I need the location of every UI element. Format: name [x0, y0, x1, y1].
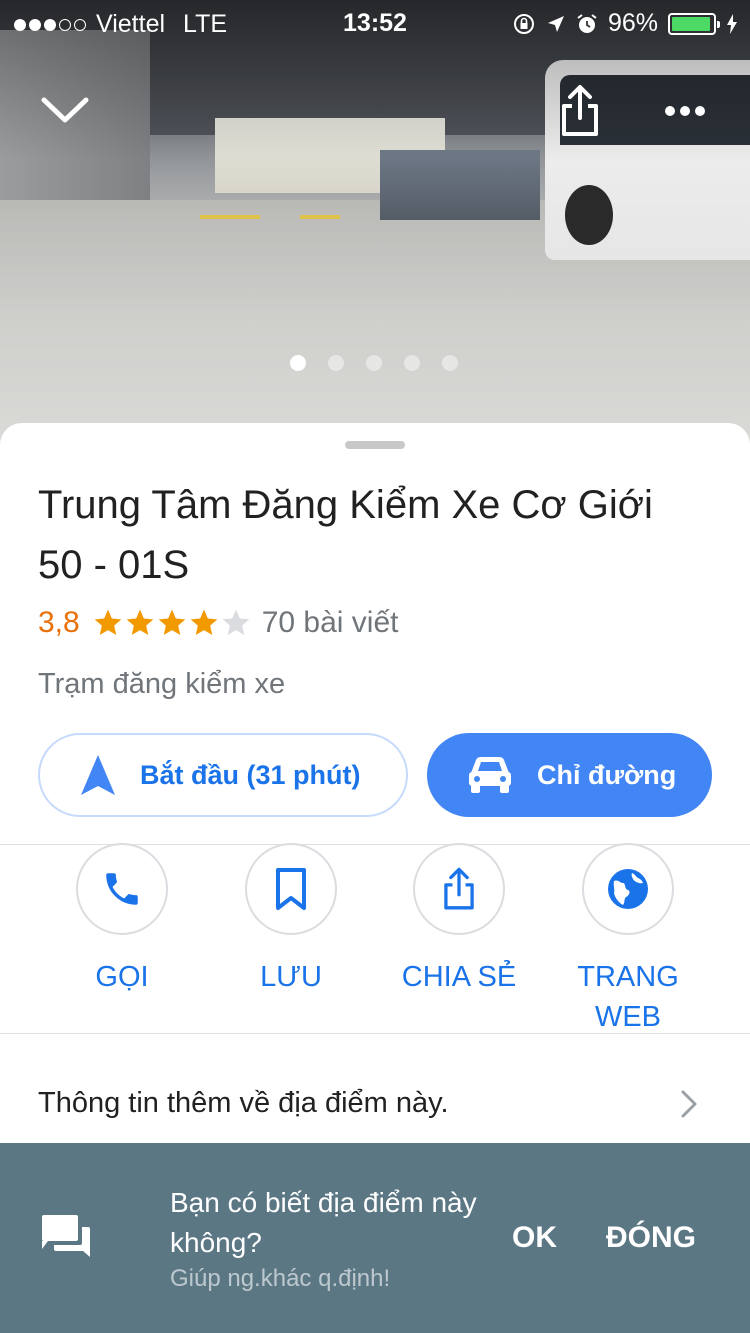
photo-pager[interactable] [290, 355, 458, 371]
call-circle [76, 843, 168, 935]
rating-stars [92, 607, 252, 639]
star-empty-icon [222, 609, 250, 635]
charging-icon [727, 13, 737, 34]
share-icon [444, 867, 474, 910]
more-options-button[interactable] [664, 104, 706, 123]
pager-dot[interactable] [290, 355, 306, 371]
photo-floor-stripe [200, 215, 260, 219]
start-navigation-button[interactable]: Bắt đầu (31 phút) [38, 733, 408, 817]
divider [0, 1033, 750, 1034]
website-circle [582, 843, 674, 935]
website-button[interactable]: TRANG WEB [543, 843, 713, 1037]
pager-dot[interactable] [404, 355, 420, 371]
call-button[interactable]: GỌI [37, 843, 207, 997]
battery-icon [668, 12, 720, 35]
battery-percent: 96% [607, 9, 658, 37]
more-info-row[interactable]: Thông tin thêm về địa điểm này. [0, 1063, 750, 1143]
share-icon [562, 85, 598, 136]
feedback-subtitle: Giúp ng.khác q.định! [170, 1265, 391, 1292]
collapse-button[interactable] [40, 92, 90, 133]
pager-dot[interactable] [328, 355, 344, 371]
more-horizontal-icon [665, 106, 705, 116]
action-bar: GỌI LƯU CHIA SẺ TRANG WEB [0, 843, 750, 1033]
phone-icon [106, 873, 138, 905]
photo-floor-stripe [300, 215, 340, 219]
share-photo-button[interactable] [558, 84, 602, 143]
navigation-arrow-icon [81, 755, 115, 795]
start-navigation-label: Bắt đầu (31 phút) [140, 759, 361, 790]
alarm-icon [577, 13, 597, 33]
star-full-icon [94, 609, 122, 635]
pager-dot[interactable] [366, 355, 382, 371]
more-info-label: Thông tin thêm về địa điểm này. [38, 1086, 449, 1119]
website-label: TRANG WEB [577, 961, 679, 1033]
rating-value: 3,8 [38, 606, 80, 639]
drag-handle[interactable] [345, 441, 405, 449]
chevron-down-icon [41, 97, 89, 123]
star-full-icon [158, 609, 186, 635]
photo-bus-wheel [565, 185, 613, 245]
car-icon [469, 757, 511, 793]
save-label: LƯU [260, 961, 322, 993]
place-title: Trung Tâm Đăng Kiểm Xe Cơ Giới 50 - 01S [38, 483, 653, 587]
review-count-link[interactable]: 70 bài viết [262, 606, 399, 640]
directions-label: Chỉ đường [537, 759, 677, 790]
share-button[interactable]: CHIA SẺ [374, 843, 544, 997]
directions-button[interactable]: Chỉ đường [427, 733, 712, 817]
call-label: GỌI [95, 961, 149, 993]
photo-machinery [380, 150, 540, 220]
save-button[interactable]: LƯU [206, 843, 376, 997]
chat-icon [42, 1215, 90, 1257]
place-category: Trạm đăng kiểm xe [38, 668, 286, 700]
rotation-lock-icon [513, 13, 534, 34]
star-full-icon [190, 609, 218, 635]
location-arrow-icon [547, 15, 564, 32]
star-full-icon [126, 609, 154, 635]
share-label: CHIA SẺ [401, 961, 517, 993]
place-photo[interactable] [0, 0, 750, 470]
save-circle [245, 843, 337, 935]
bookmark-icon [276, 868, 306, 910]
place-sheet: Trung Tâm Đăng Kiểm Xe Cơ Giới 50 - 01S … [0, 423, 750, 1143]
close-button[interactable]: ĐÓNG [606, 1221, 696, 1255]
chevron-right-icon [681, 1090, 697, 1118]
pager-dot[interactable] [442, 355, 458, 371]
globe-icon [608, 869, 648, 909]
ok-button[interactable]: OK [512, 1221, 557, 1255]
share-circle [413, 843, 505, 935]
feedback-question: Bạn có biết địa điểm này không? [170, 1187, 477, 1258]
feedback-banner: Bạn có biết địa điểm này không? Giúp ng.… [0, 1143, 750, 1333]
status-bar: Viettel LTE 13:52 96% [0, 0, 750, 48]
rating-row[interactable]: 3,8 70 bài viết [38, 606, 398, 640]
